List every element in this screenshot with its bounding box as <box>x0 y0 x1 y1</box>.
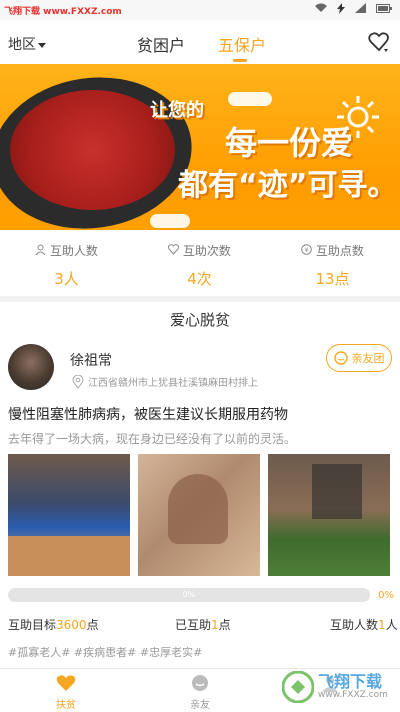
help-card[interactable]: 徐祖常 江西省赣州市上犹县社溪镇麻田村排上 亲友团 慢性阻塞性肺病病，被医生建议… <box>0 338 400 668</box>
family-group-button[interactable]: 亲友团 <box>326 344 392 372</box>
heart-icon <box>56 675 76 691</box>
photo-house-shape <box>312 464 362 519</box>
triangle-down-icon <box>38 42 46 48</box>
people-unit: 人 <box>385 618 398 632</box>
helped-label: 已互助 <box>175 618 212 632</box>
banner-slogan-2: 每一份爱 <box>225 124 354 162</box>
photo-3[interactable] <box>268 454 390 576</box>
region-label: 地区 <box>8 37 36 53</box>
top-header: 地区 贫困户 五保户 <box>0 20 400 64</box>
stat-label: 互助次数 <box>182 244 231 258</box>
goal-unit: 点 <box>86 618 99 632</box>
chat-icon <box>192 675 208 691</box>
status-icons <box>315 3 392 17</box>
card-description: 去年得了一场大病，现在身边已经没有了以前的灵活。 <box>8 432 297 446</box>
stat-people: 互助人数 3人 <box>0 242 133 289</box>
cloud-decoration <box>228 92 272 106</box>
banner-slogan-3: 都有“迹”可寻。 <box>178 168 398 203</box>
people-info: 互助人数1人 <box>330 616 398 633</box>
watermark-top: 飞翔下载 www.FXXZ.com <box>4 7 122 17</box>
tag-list: #孤寡老人# #疾病患者# #忠厚老实# <box>8 646 203 659</box>
helped-info: 已互助1点 <box>175 616 231 633</box>
tab-friends[interactable]: 亲友 <box>170 673 230 711</box>
watermark-sub: www.FXXZ.com <box>318 689 388 700</box>
person-name: 徐祖常 <box>70 353 112 369</box>
banner-slogan-1: 让您的 <box>150 100 204 121</box>
stat-times: 互助次数 4次 <box>133 242 266 289</box>
wifi-icon <box>315 3 327 17</box>
stat-points: ¥ 互助点数 13点 <box>266 242 399 289</box>
stat-label: 互助人数 <box>49 244 98 258</box>
goal-value: 3600 <box>56 618 87 632</box>
chat-bubble-icon <box>333 351 348 365</box>
active-tab-indicator <box>233 59 247 62</box>
goal-label: 互助目标 <box>8 618 57 632</box>
tab-poor-household[interactable]: 贫困户 <box>137 32 185 56</box>
status-bar: 飞翔下载 www.FXXZ.com <box>0 0 400 20</box>
watermark-bottom: 飞翔下载 www.FXXZ.com <box>282 669 392 705</box>
bottom-tab-bar: 扶贫 亲友 飞翔下载 www.FXXZ.com <box>0 668 400 712</box>
people-value: 1 <box>378 618 386 632</box>
signal-icon <box>355 3 366 17</box>
flash-icon <box>337 3 345 17</box>
stat-value: 4次 <box>187 270 212 288</box>
photo-banner-cloth <box>8 536 130 576</box>
coin-icon: ¥ <box>301 244 312 258</box>
region-selector[interactable]: 地区 <box>8 34 46 54</box>
address-row: 江西省赣州市上犹县社溪镇麻田村排上 <box>72 374 258 389</box>
favorites-button[interactable] <box>368 32 390 56</box>
stat-label: 互助点数 <box>315 244 364 258</box>
watermark-text: 飞翔下载 <box>318 672 383 692</box>
tab-label: 扶贫 <box>56 700 76 711</box>
watermark-logo-icon <box>282 671 314 703</box>
user-icon <box>35 244 46 258</box>
avatar[interactable] <box>8 344 54 390</box>
promo-banner[interactable]: 让您的 每一份爱 都有“迹”可寻。 <box>0 64 400 230</box>
battery-icon <box>376 3 392 17</box>
goal-info: 互助目标3600点 <box>8 616 99 633</box>
location-icon <box>72 374 84 389</box>
helped-value: 1 <box>211 618 219 632</box>
stat-value: 13点 <box>315 270 350 288</box>
stats-panel: 互助人数 3人 互助次数 4次 ¥ 互助点数 13点 <box>0 230 400 296</box>
section-title: 爱心脱贫 <box>0 302 400 338</box>
card-title: 慢性阻塞性肺病病，被医生建议长期服用药物 <box>8 407 288 423</box>
photo-1[interactable] <box>8 454 130 576</box>
progress-text: 0% <box>182 590 196 599</box>
tab-label: 亲友 <box>190 700 210 711</box>
heart-outline-icon <box>168 244 180 258</box>
family-group-label: 亲友团 <box>351 352 385 365</box>
helped-unit: 点 <box>218 618 231 632</box>
photo-hand-shape <box>168 474 228 544</box>
svg-text:¥: ¥ <box>305 247 309 254</box>
photo-2[interactable] <box>138 454 260 576</box>
cloud-decoration <box>150 214 190 228</box>
photo-gallery <box>8 454 390 576</box>
heart-outline-icon <box>368 32 389 52</box>
progress-bar: 0% <box>8 588 370 602</box>
stat-value: 3人 <box>54 270 79 288</box>
tab-poverty-relief[interactable]: 扶贫 <box>36 673 96 711</box>
address-text: 江西省赣州市上犹县社溪镇麻田村排上 <box>88 378 258 389</box>
people-label: 互助人数 <box>330 618 379 632</box>
progress-side-text: 0% <box>378 590 394 601</box>
tab-five-guarantee[interactable]: 五保户 <box>218 32 266 56</box>
